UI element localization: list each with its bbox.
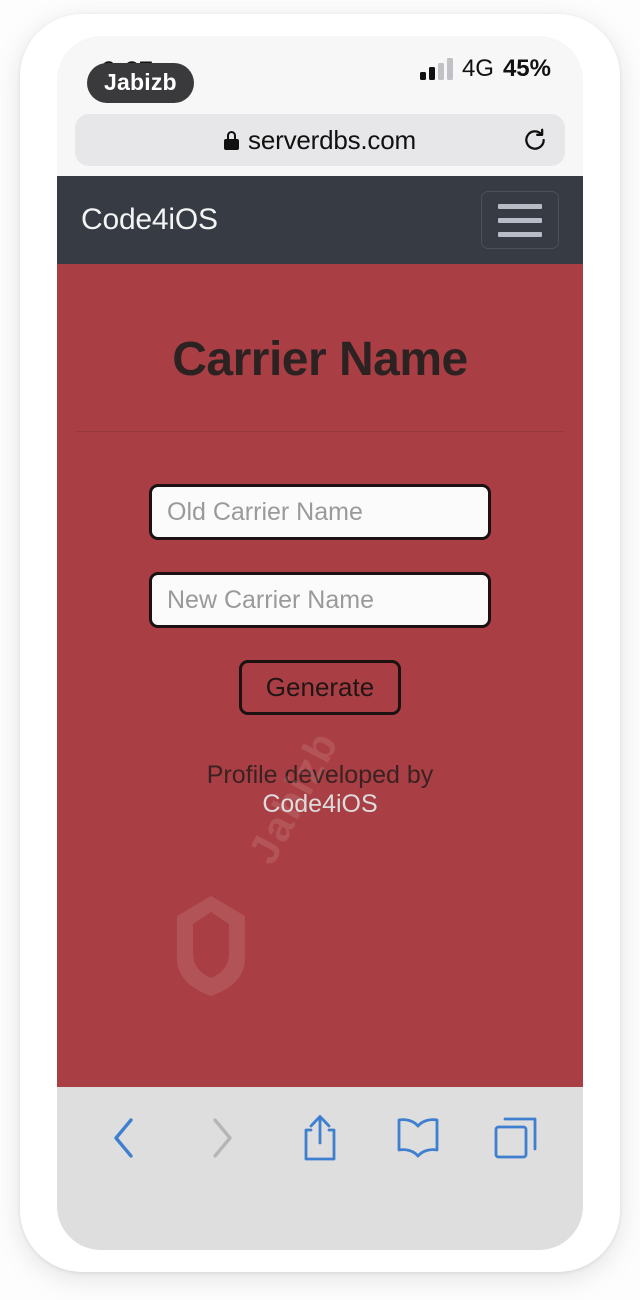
page-title: Carrier Name: [172, 333, 468, 386]
battery-percent-label: 45%: [502, 55, 551, 82]
signal-strength-icon: [419, 58, 453, 80]
url-bar[interactable]: serverdbs.com: [75, 114, 565, 166]
lock-icon: [224, 130, 240, 150]
page-content: Carrier Name Generate Profile developed …: [57, 264, 583, 1087]
hamburger-menu-icon[interactable]: [481, 191, 559, 249]
footer-prefix: Profile developed by: [206, 761, 434, 789]
forward-chevron-icon: [193, 1109, 251, 1167]
url-text: serverdbs.com: [248, 124, 416, 155]
generate-button[interactable]: Generate: [238, 660, 402, 715]
reload-icon[interactable]: [522, 127, 548, 153]
button-row: Generate: [149, 660, 491, 715]
carrier-form: Generate Profile developed by Code4iOS: [57, 432, 583, 819]
site-brand[interactable]: Code4iOS: [81, 203, 218, 237]
phone-frame: 9:27 Jabizb 4G 45% serverdbs.com: [20, 14, 620, 1272]
url-bar-container: serverdbs.com: [57, 114, 583, 176]
old-carrier-name-input[interactable]: [149, 484, 491, 540]
status-indicators: 4G 45%: [419, 55, 551, 82]
screenshot-root: 9:27 Jabizb 4G 45% serverdbs.com: [0, 0, 640, 1300]
share-icon[interactable]: [291, 1109, 349, 1167]
watermark-badge: Jabizb: [87, 63, 194, 103]
watermark-logo-icon: [177, 896, 245, 996]
site-navbar: Code4iOS: [57, 176, 583, 264]
back-chevron-icon[interactable]: [95, 1109, 153, 1167]
network-type-label: 4G: [461, 55, 494, 82]
browser-toolbar: [57, 1087, 583, 1250]
web-page: Code4iOS Carrier Name Generate: [57, 176, 583, 1087]
tabs-icon[interactable]: [487, 1109, 545, 1167]
footer-link[interactable]: Code4iOS: [262, 790, 377, 818]
new-carrier-name-input[interactable]: [149, 572, 491, 628]
status-bar: 9:27 Jabizb 4G 45%: [57, 36, 583, 114]
bookmarks-book-icon[interactable]: [389, 1109, 447, 1167]
footer-note: Profile developed by Code4iOS: [149, 761, 491, 819]
phone-screen: 9:27 Jabizb 4G 45% serverdbs.com: [57, 36, 583, 1250]
